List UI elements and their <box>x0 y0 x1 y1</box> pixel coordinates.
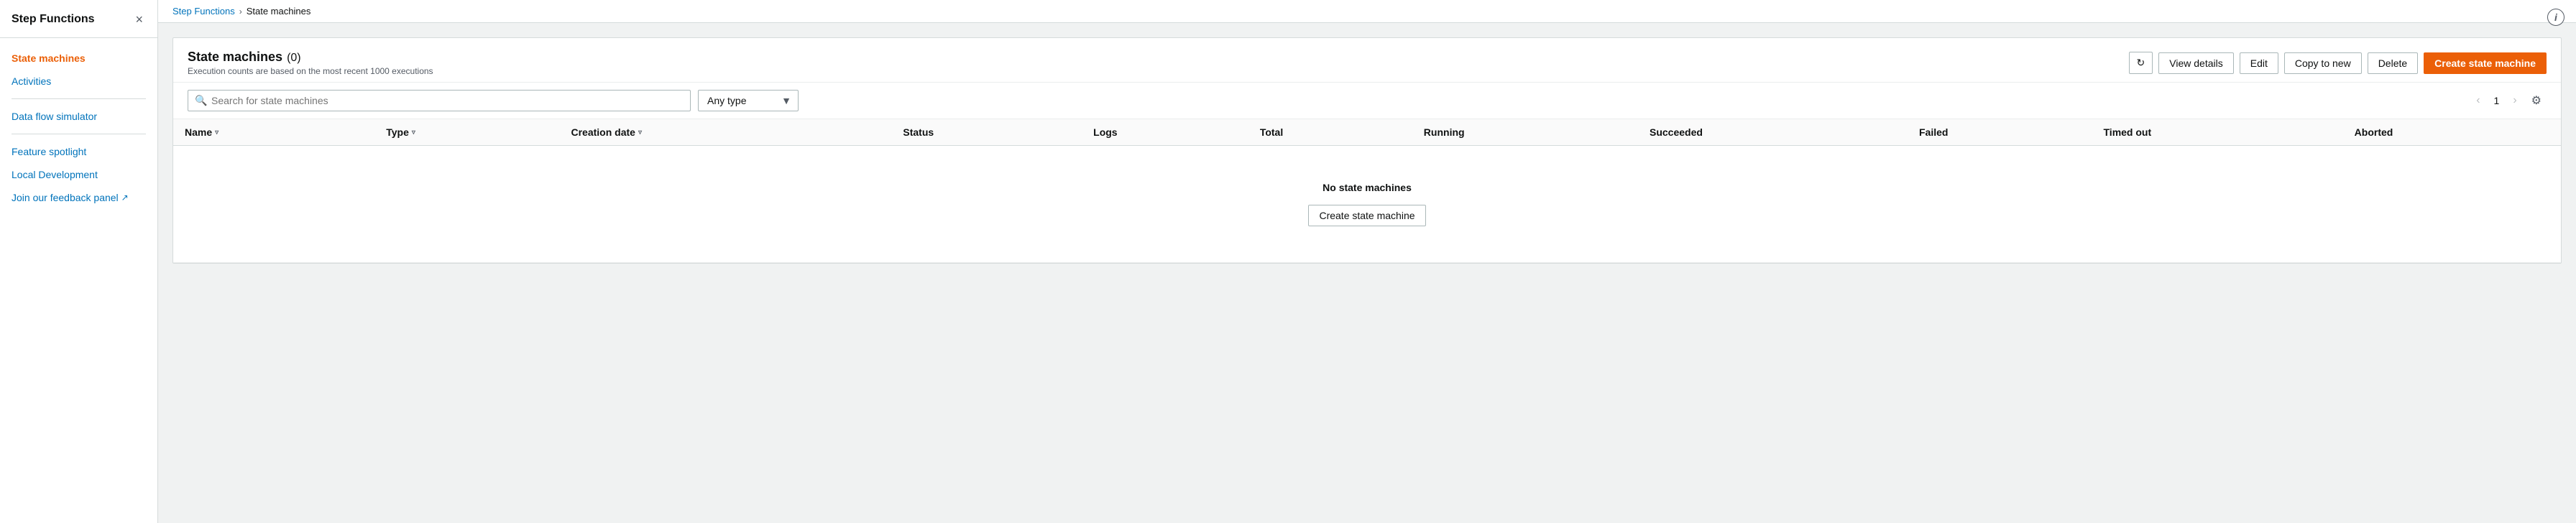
col-aborted: Aborted <box>2343 119 2561 146</box>
info-icon-button[interactable]: i <box>2547 9 2564 26</box>
sidebar-close-button[interactable]: × <box>132 11 146 27</box>
refresh-icon: ↻ <box>2137 57 2145 69</box>
edit-button[interactable]: Edit <box>2240 52 2278 74</box>
sidebar-header: Step Functions × <box>0 0 157 38</box>
pagination-prev-button[interactable]: ‹ <box>2470 91 2486 111</box>
col-timed-out: Timed out <box>2092 119 2343 146</box>
table-wrapper: Name ▿ Type ▿ <box>173 119 2561 263</box>
create-state-machine-button-header[interactable]: Create state machine <box>2424 52 2547 74</box>
sidebar-item-join-feedback[interactable]: Join our feedback panel ↗ <box>0 186 157 209</box>
state-machines-panel: State machines (0) Execution counts are … <box>172 37 2562 264</box>
panel-subtitle: Execution counts are based on the most r… <box>188 66 433 76</box>
breadcrumb-step-functions-link[interactable]: Step Functions <box>172 6 235 17</box>
page-content: State machines (0) Execution counts are … <box>158 23 2576 523</box>
table-header-row: Name ▿ Type ▿ <box>173 119 2561 146</box>
join-feedback-label: Join our feedback panel <box>12 192 119 203</box>
pagination-next-button[interactable]: › <box>2506 91 2523 111</box>
view-details-button[interactable]: View details <box>2158 52 2233 74</box>
empty-state: No state machines Create state machine <box>185 153 2549 255</box>
external-link-icon: ↗ <box>121 193 129 203</box>
breadcrumb-current-page: State machines <box>247 6 311 17</box>
sidebar-title: Step Functions <box>12 13 95 26</box>
empty-state-cell: No state machines Create state machine <box>173 146 2561 263</box>
sort-type-icon: ▿ <box>412 129 415 136</box>
panel-title: State machines (0) <box>188 50 433 65</box>
type-select-wrapper: Any type Standard Express ▼ <box>698 90 799 111</box>
col-name[interactable]: Name ▿ <box>173 119 374 146</box>
search-icon: 🔍 <box>195 95 207 107</box>
sidebar-divider-1 <box>12 98 146 99</box>
panel-title-area: State machines (0) Execution counts are … <box>188 50 433 76</box>
col-succeeded: Succeeded <box>1638 119 1908 146</box>
panel-title-text: State machines <box>188 50 282 65</box>
gear-icon: ⚙ <box>2531 95 2542 107</box>
panel-header: State machines (0) Execution counts are … <box>173 38 2561 82</box>
sidebar-item-feature-spotlight[interactable]: Feature spotlight <box>0 140 157 163</box>
table-settings-button[interactable]: ⚙ <box>2526 90 2547 111</box>
search-input[interactable] <box>188 90 691 111</box>
sidebar-item-data-flow-simulator[interactable]: Data flow simulator <box>0 105 157 128</box>
panel-actions: ↻ View details Edit Copy to new Delete C… <box>2129 52 2547 74</box>
panel-count: (0) <box>287 52 301 65</box>
breadcrumb-separator: › <box>239 6 242 17</box>
col-status: Status <box>891 119 1082 146</box>
sort-name-icon: ▿ <box>215 129 218 136</box>
sidebar-item-activities[interactable]: Activities <box>0 70 157 93</box>
info-icon: i <box>2554 11 2557 23</box>
sidebar: Step Functions × State machines Activiti… <box>0 0 158 523</box>
pagination-current-page: 1 <box>2490 92 2504 109</box>
sidebar-navigation: State machines Activities Data flow simu… <box>0 38 157 218</box>
state-machines-table: Name ▿ Type ▿ <box>173 119 2561 263</box>
toolbar: 🔍 Any type Standard Express ▼ ‹ 1 <box>173 82 2561 119</box>
toolbar-left: 🔍 Any type Standard Express ▼ <box>188 90 2461 111</box>
col-creation-date[interactable]: Creation date ▿ <box>559 119 891 146</box>
empty-state-row: No state machines Create state machine <box>173 146 2561 263</box>
col-logs: Logs <box>1082 119 1248 146</box>
table-body: No state machines Create state machine <box>173 146 2561 263</box>
delete-button[interactable]: Delete <box>2368 52 2418 74</box>
col-type[interactable]: Type ▿ <box>374 119 559 146</box>
col-failed: Failed <box>1908 119 2092 146</box>
copy-to-new-button[interactable]: Copy to new <box>2284 52 2362 74</box>
empty-state-message: No state machines <box>1322 182 1412 193</box>
sidebar-item-state-machines[interactable]: State machines <box>0 47 157 70</box>
col-total: Total <box>1248 119 1412 146</box>
search-wrapper: 🔍 <box>188 90 691 111</box>
toolbar-right: ‹ 1 › ⚙ <box>2470 90 2547 111</box>
refresh-button[interactable]: ↻ <box>2129 52 2153 74</box>
type-select[interactable]: Any type Standard Express <box>698 90 799 111</box>
breadcrumb: Step Functions › State machines <box>158 0 2576 23</box>
main-content: Step Functions › State machines State ma… <box>158 0 2576 523</box>
create-state-machine-button-empty[interactable]: Create state machine <box>1308 205 1425 226</box>
sort-creation-date-icon: ▿ <box>638 129 642 136</box>
sidebar-item-local-development[interactable]: Local Development <box>0 163 157 186</box>
col-running: Running <box>1412 119 1638 146</box>
